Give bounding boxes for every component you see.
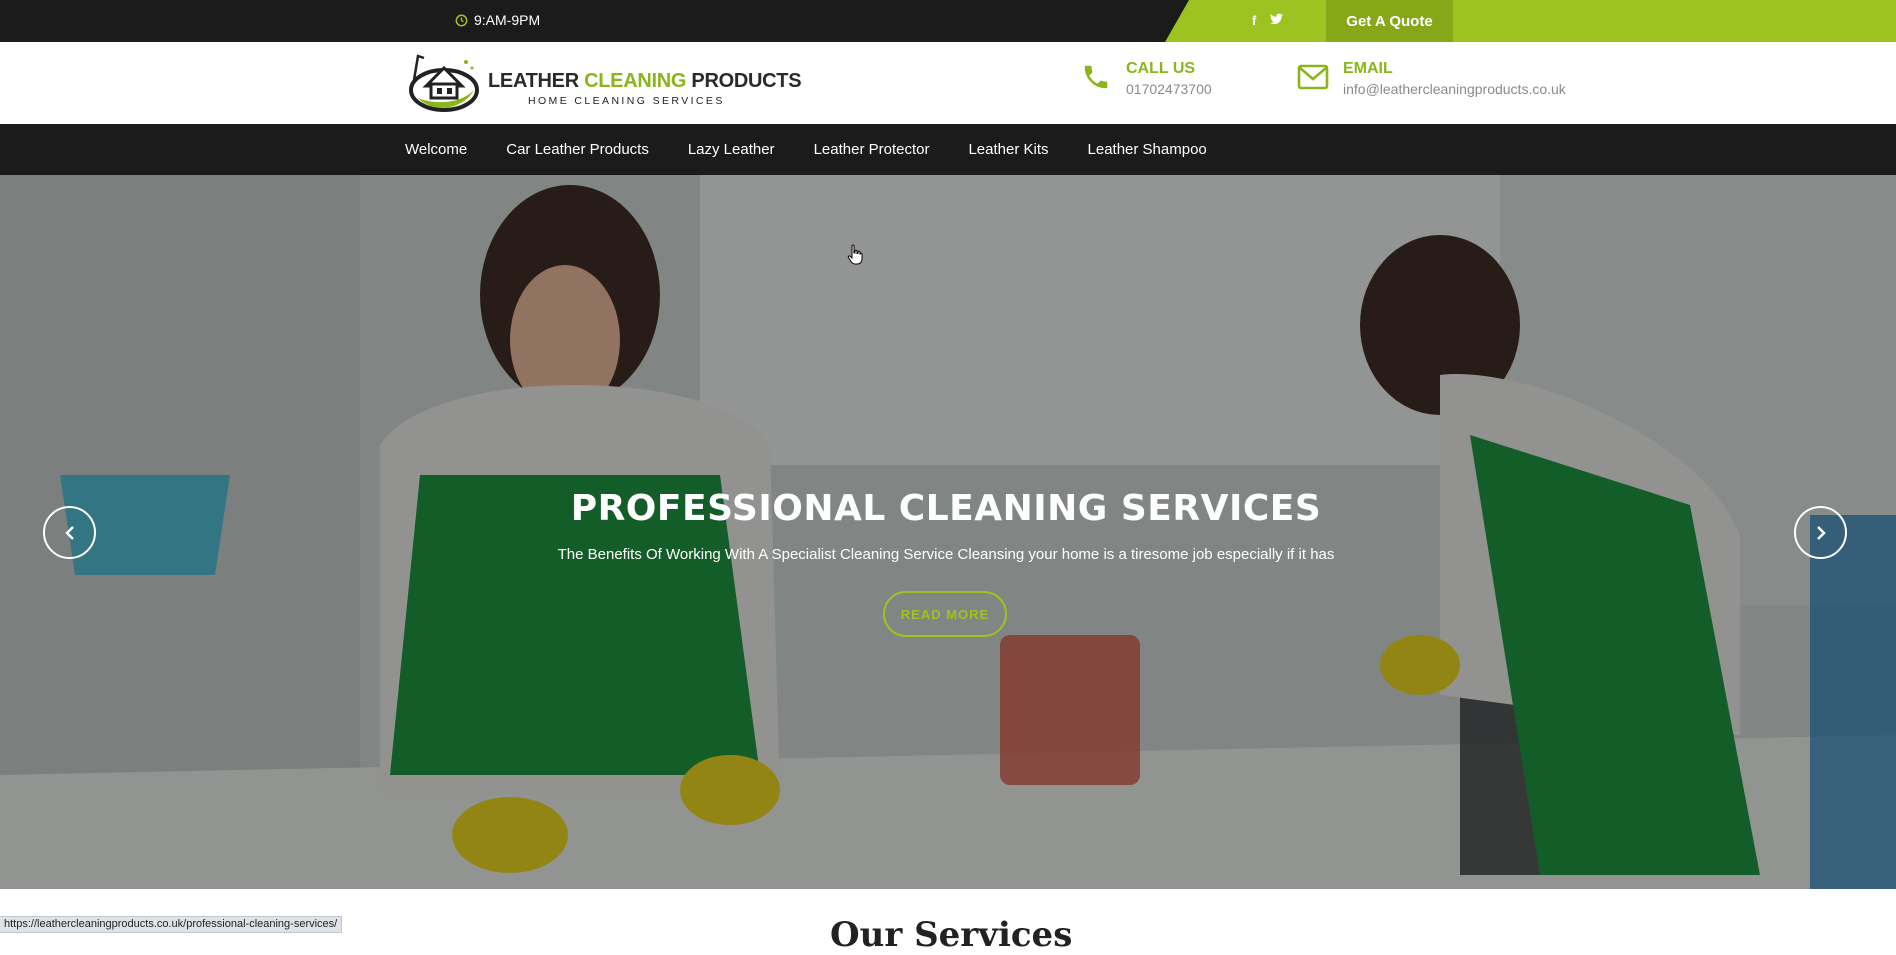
site-logo[interactable]: LEATHER CLEANING PRODUCTS HOME CLEANING … <box>408 50 802 116</box>
logo-tagline: HOME CLEANING SERVICES <box>528 95 725 107</box>
twitter-icon[interactable] <box>1270 13 1284 25</box>
nav-item-car-leather-products[interactable]: Car Leather Products <box>506 141 649 158</box>
facebook-icon[interactable]: f <box>1252 13 1256 28</box>
hero-subtitle: The Benefits Of Working With A Specialis… <box>557 546 1335 563</box>
email-contact[interactable]: EMAIL info@leathercleaningproducts.co.uk <box>1297 59 1566 99</box>
envelope-icon <box>1297 61 1329 93</box>
phone-number: 01702473700 <box>1126 81 1212 97</box>
phone-icon <box>1080 61 1112 93</box>
mouse-cursor-icon <box>847 244 863 265</box>
nav-item-leather-kits[interactable]: Leather Kits <box>968 141 1048 158</box>
email-label: EMAIL <box>1343 60 1393 77</box>
slider-prev-button[interactable] <box>43 506 96 559</box>
hero-background-image <box>0 175 1896 889</box>
nav-item-lazy-leather[interactable]: Lazy Leather <box>688 141 775 158</box>
site-header: LEATHER CLEANING PRODUCTS HOME CLEANING … <box>0 42 1896 124</box>
email-address: info@leathercleaningproducts.co.uk <box>1343 81 1566 97</box>
clock-icon <box>455 14 468 26</box>
chevron-left-icon <box>64 525 74 540</box>
logo-title: LEATHER CLEANING PRODUCTS <box>488 70 802 92</box>
top-bar: 9:AM-9PM f Get A Quote <box>0 0 1896 42</box>
house-logo-icon <box>409 54 479 112</box>
chevron-right-icon <box>1816 525 1826 540</box>
opening-hours: 9:AM-9PM <box>455 12 540 28</box>
slider-next-button[interactable] <box>1794 506 1847 559</box>
main-navigation: Welcome Car Leather Products Lazy Leathe… <box>0 124 1896 175</box>
hero-title: PROFESSIONAL CLEANING SERVICES <box>570 488 1322 529</box>
hero-slider: PROFESSIONAL CLEANING SERVICES The Benef… <box>0 175 1896 889</box>
nav-item-welcome[interactable]: Welcome <box>405 141 467 158</box>
get-a-quote-button[interactable]: Get A Quote <box>1326 0 1453 42</box>
services-heading: Our Services <box>830 915 1073 955</box>
social-links: f <box>1252 13 1284 28</box>
call-us-label: CALL US <box>1126 60 1196 77</box>
nav-item-leather-protector[interactable]: Leather Protector <box>814 141 930 158</box>
hours-text: 9:AM-9PM <box>474 12 541 28</box>
read-more-button[interactable]: READ MORE <box>883 591 1007 637</box>
nav-item-leather-shampoo[interactable]: Leather Shampoo <box>1088 141 1207 158</box>
call-us-contact[interactable]: CALL US 01702473700 <box>1080 59 1212 99</box>
status-bar-url: https://leathercleaningproducts.co.uk/pr… <box>0 916 343 933</box>
